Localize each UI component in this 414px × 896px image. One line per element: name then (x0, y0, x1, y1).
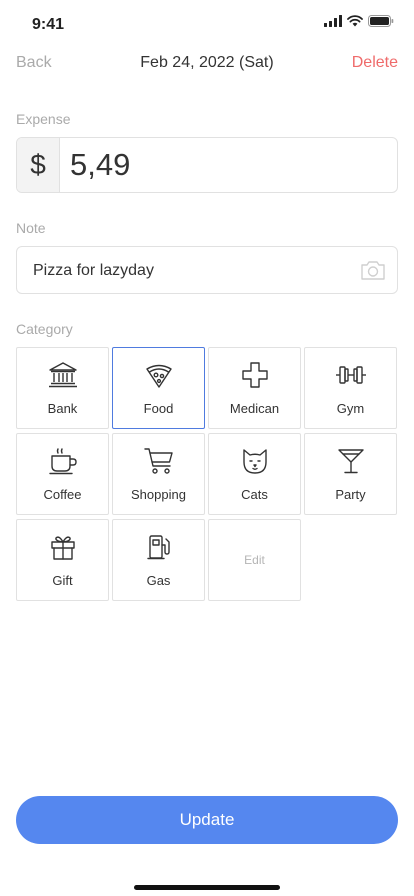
status-icons (324, 15, 394, 27)
nav-bar: Back Feb 24, 2022 (Sat) Delete (0, 52, 414, 78)
expense-amount-field[interactable]: $ 5,49 (16, 137, 398, 193)
gas-pump-icon (113, 533, 204, 561)
expense-label: Expense (16, 111, 71, 127)
category-party[interactable]: Party (304, 433, 397, 515)
category-label-cats: Cats (241, 487, 268, 502)
coffee-cup-icon (17, 447, 108, 475)
note-label: Note (16, 220, 46, 236)
category-label: Category (16, 321, 73, 337)
category-food[interactable]: Food (112, 347, 205, 429)
shopping-cart-icon (113, 447, 204, 475)
currency-symbol: $ (17, 138, 60, 192)
category-label-gift: Gift (52, 573, 73, 588)
medical-cross-icon (209, 361, 300, 389)
expense-amount-value[interactable]: 5,49 (60, 138, 397, 192)
category-gym[interactable]: Gym (304, 347, 397, 429)
delete-button[interactable]: Delete (352, 54, 398, 72)
cat-icon (209, 447, 300, 475)
category-gift[interactable]: Gift (16, 519, 109, 601)
wifi-icon (347, 15, 363, 27)
update-button[interactable]: Update (16, 796, 398, 844)
bank-icon (17, 361, 108, 389)
edit-label: Edit (244, 553, 265, 567)
category-label-gym: Gym (336, 401, 365, 416)
category-shopping[interactable]: Shopping (112, 433, 205, 515)
category-coffee[interactable]: Coffee (16, 433, 109, 515)
status-bar: 9:41 (0, 0, 414, 48)
category-label-shopping: Shopping (131, 487, 186, 502)
category-label-food: Food (143, 401, 174, 416)
dumbbell-icon (305, 361, 396, 389)
category-medican[interactable]: Medican (208, 347, 301, 429)
camera-icon[interactable] (360, 258, 386, 282)
status-time: 9:41 (32, 16, 65, 33)
category-grid: Bank Food Medican Gym Coffee Shopping Ca… (16, 347, 398, 603)
note-value[interactable]: Pizza for lazyday (33, 262, 154, 280)
pizza-icon (113, 361, 204, 389)
category-label-medican: Medican (229, 401, 280, 416)
note-field[interactable]: Pizza for lazyday (16, 246, 398, 294)
category-edit-button[interactable]: Edit (208, 519, 301, 601)
category-bank[interactable]: Bank (16, 347, 109, 429)
category-gas[interactable]: Gas (112, 519, 205, 601)
cocktail-icon (305, 447, 396, 475)
category-label-gas: Gas (146, 573, 171, 588)
gift-icon (17, 533, 108, 561)
category-cats[interactable]: Cats (208, 433, 301, 515)
cellular-signal-icon (324, 15, 342, 27)
category-label-bank: Bank (47, 401, 78, 416)
home-indicator (134, 885, 280, 890)
category-label-party: Party (335, 487, 366, 502)
battery-icon (368, 15, 394, 27)
category-label-coffee: Coffee (43, 487, 82, 502)
